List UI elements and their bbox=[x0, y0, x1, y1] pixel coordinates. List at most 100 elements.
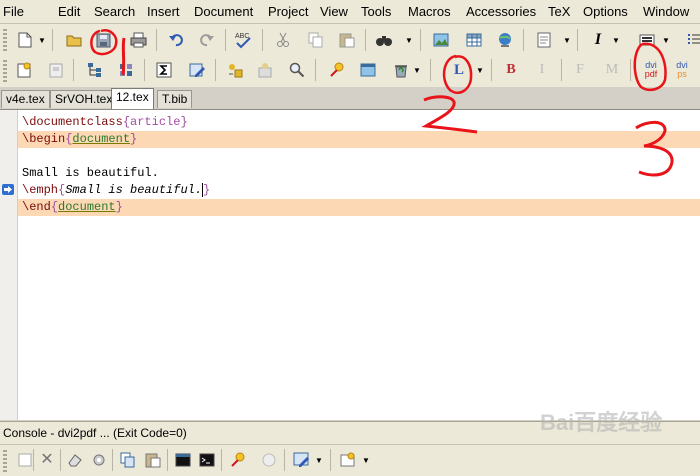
undo-icon[interactable] bbox=[165, 29, 187, 51]
toolbar-separator bbox=[523, 29, 524, 51]
brace: { bbox=[50, 200, 59, 214]
baidu-watermark: Bai百度经验 bbox=[540, 410, 663, 435]
toolbar-separator bbox=[60, 449, 61, 471]
output-dropdown-icon[interactable]: ▼ bbox=[315, 449, 323, 471]
new-project-icon[interactable] bbox=[13, 59, 35, 81]
menu-options[interactable]: Options bbox=[583, 3, 628, 20]
paste-icon[interactable] bbox=[336, 29, 358, 51]
color-pick-icon[interactable] bbox=[227, 449, 249, 471]
dvi-pdf-icon[interactable]: dvi pdf bbox=[640, 57, 662, 83]
cut-icon[interactable] bbox=[272, 29, 294, 51]
environment-name: document bbox=[58, 200, 116, 214]
copy-icon[interactable] bbox=[117, 449, 139, 471]
terminal-icon[interactable] bbox=[172, 449, 194, 471]
copy-icon[interactable] bbox=[305, 29, 327, 51]
settings-icon[interactable] bbox=[88, 449, 110, 471]
color-pick-icon[interactable] bbox=[326, 59, 348, 81]
insert-icon[interactable] bbox=[254, 59, 276, 81]
document-dropdown-icon[interactable]: ▼ bbox=[563, 29, 571, 51]
capture-dropdown-icon[interactable]: ▼ bbox=[362, 449, 370, 471]
code-line-1[interactable]: \documentclass{article} bbox=[22, 114, 188, 131]
menu-search[interactable]: Search bbox=[94, 3, 135, 20]
document-icon[interactable] bbox=[533, 29, 555, 51]
find-dropdown-icon[interactable]: ▼ bbox=[405, 29, 413, 51]
output-window-icon[interactable] bbox=[290, 449, 312, 471]
menu-insert[interactable]: Insert bbox=[147, 3, 180, 20]
paste-icon[interactable] bbox=[142, 449, 164, 471]
bold-icon[interactable]: B bbox=[500, 59, 522, 81]
menu-tools[interactable]: Tools bbox=[361, 3, 391, 20]
web-icon[interactable] bbox=[494, 29, 516, 51]
find-icon[interactable] bbox=[373, 29, 395, 51]
italic-format-icon[interactable]: I bbox=[531, 59, 553, 81]
toolbar-separator bbox=[112, 449, 113, 471]
close-project-icon[interactable] bbox=[45, 59, 67, 81]
console-toolbar: ✕ ▼ ▼ bbox=[0, 444, 700, 476]
editor-gutter[interactable] bbox=[0, 110, 18, 420]
brace: { bbox=[122, 115, 131, 129]
list-icon[interactable] bbox=[683, 29, 700, 51]
stop-icon[interactable] bbox=[258, 449, 280, 471]
recycle-dropdown-icon[interactable]: ▼ bbox=[413, 59, 421, 81]
code-line-6[interactable]: \end{document} bbox=[22, 199, 123, 216]
menu-tex[interactable]: TeX bbox=[548, 3, 570, 20]
menu-edit[interactable]: Edit bbox=[58, 3, 80, 20]
dvi-ps-icon[interactable]: dvi ps bbox=[671, 57, 693, 83]
toolbar-grip[interactable] bbox=[3, 60, 7, 82]
capture-icon[interactable] bbox=[337, 449, 359, 471]
open-folder-icon[interactable] bbox=[63, 29, 85, 51]
redo-icon[interactable] bbox=[196, 29, 218, 51]
spellcheck-label: ABC bbox=[235, 33, 249, 40]
latex-dropdown-icon[interactable]: ▼ bbox=[476, 59, 484, 81]
print-icon[interactable] bbox=[127, 29, 149, 51]
toolbar-separator bbox=[315, 59, 316, 81]
format-icon[interactable] bbox=[636, 29, 658, 51]
math-icon[interactable]: M bbox=[601, 59, 623, 81]
menu-window[interactable]: Window bbox=[643, 3, 689, 20]
italic-dropdown-icon[interactable]: ▼ bbox=[612, 29, 620, 51]
code-line-4[interactable]: Small is beautiful. bbox=[22, 165, 159, 182]
new-file-icon[interactable] bbox=[14, 29, 36, 51]
menu-accessories[interactable]: Accessories bbox=[466, 3, 536, 20]
code-line-5[interactable]: \emph{Small is beautiful.} bbox=[22, 182, 210, 199]
menu-file[interactable]: File bbox=[3, 3, 24, 20]
menu-project[interactable]: Project bbox=[268, 3, 308, 20]
command-prompt-icon[interactable] bbox=[196, 449, 218, 471]
recycle-icon[interactable] bbox=[390, 59, 412, 81]
image-icon[interactable] bbox=[430, 29, 452, 51]
tab-t-bib[interactable]: T.bib bbox=[157, 90, 193, 108]
menu-macros[interactable]: Macros bbox=[408, 3, 451, 20]
structure-icon[interactable] bbox=[84, 59, 106, 81]
close-icon[interactable]: ✕ bbox=[36, 449, 58, 471]
tab-v4e[interactable]: v4e.tex bbox=[1, 90, 50, 108]
font-icon[interactable]: F bbox=[569, 59, 591, 81]
menu-view[interactable]: View bbox=[320, 3, 348, 20]
italic-icon[interactable]: I bbox=[587, 29, 609, 51]
toolbar-separator bbox=[561, 59, 562, 81]
window-icon[interactable] bbox=[357, 59, 379, 81]
search-icon[interactable] bbox=[286, 59, 308, 81]
toolbar-separator bbox=[430, 59, 431, 81]
tab-srvoh[interactable]: SrVOH.tex bbox=[50, 90, 118, 108]
toolbar-grip[interactable] bbox=[3, 450, 7, 472]
toolbar-separator bbox=[33, 449, 34, 471]
toolbar-grip[interactable] bbox=[3, 29, 7, 51]
sum-icon[interactable] bbox=[153, 59, 175, 81]
module-icon[interactable] bbox=[115, 59, 137, 81]
save-icon[interactable] bbox=[92, 29, 114, 51]
editor-pane[interactable]: \documentclass{article} \begin{document}… bbox=[0, 110, 700, 420]
code-line-2[interactable]: \begin{document} bbox=[22, 131, 137, 148]
format-dropdown-icon[interactable]: ▼ bbox=[662, 29, 670, 51]
eraser-icon[interactable] bbox=[64, 449, 86, 471]
new-file-dropdown-icon[interactable]: ▼ bbox=[38, 29, 46, 51]
emphasized-text: Small is beautiful. bbox=[65, 183, 203, 197]
edit-icon[interactable] bbox=[186, 59, 208, 81]
toolbar-separator bbox=[577, 29, 578, 51]
macro-icon[interactable] bbox=[224, 59, 246, 81]
spellcheck-icon[interactable]: ABC bbox=[233, 29, 255, 51]
latex-icon[interactable]: L bbox=[448, 59, 470, 81]
tab-12[interactable]: 12.tex bbox=[111, 88, 154, 109]
brace: } bbox=[130, 132, 138, 146]
table-icon[interactable] bbox=[463, 29, 485, 51]
menu-document[interactable]: Document bbox=[194, 3, 253, 20]
